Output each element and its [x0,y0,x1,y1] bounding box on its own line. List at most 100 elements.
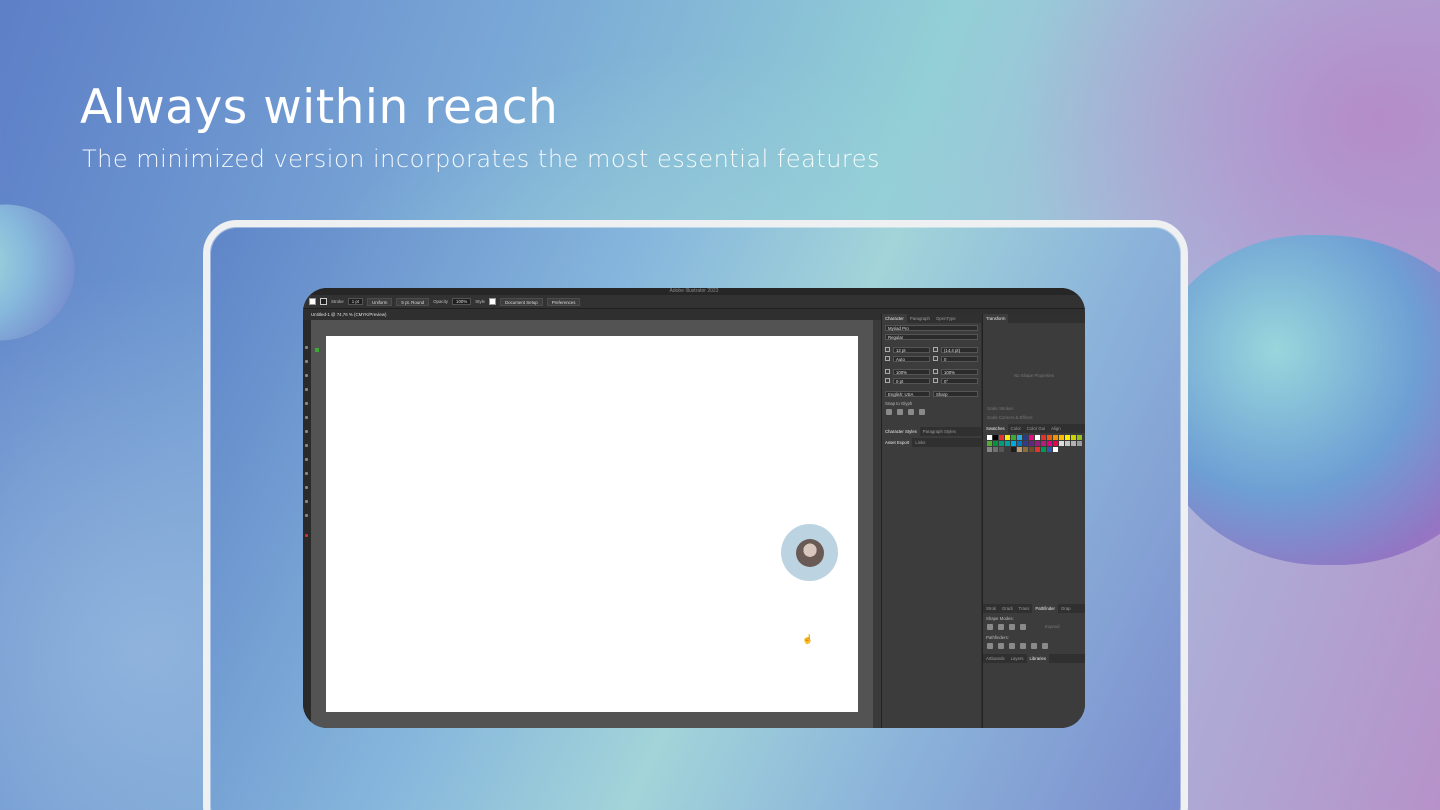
outline-icon[interactable] [1031,643,1037,649]
brush-tool-icon[interactable] [305,416,308,419]
exclude-icon[interactable] [1020,624,1026,630]
fill-stroke-icon[interactable] [305,534,308,537]
swatch[interactable] [999,441,1004,446]
swatch[interactable] [1005,441,1010,446]
swatch[interactable] [1023,447,1028,452]
style-swatch[interactable] [489,298,496,305]
tab-transform[interactable]: Transform [983,314,1009,323]
swatch[interactable] [993,435,998,440]
swatch[interactable] [1077,435,1082,440]
swatch[interactable] [1023,435,1028,440]
horizontal-scale-field[interactable]: 100% [941,368,978,375]
unite-icon[interactable] [987,624,993,630]
tab-gradient[interactable]: Gradi [999,604,1016,613]
zoom-tool-icon[interactable] [305,514,308,517]
scale-tool-icon[interactable] [305,458,308,461]
swatch[interactable] [1053,447,1058,452]
snap-baseline-icon[interactable] [886,409,892,415]
tab-paragraph[interactable]: Paragraph [907,314,933,323]
fill-swatch[interactable] [309,298,316,305]
eraser-tool-icon[interactable] [305,430,308,433]
scale-corners-checkbox[interactable]: Scale Corners & Effects [983,413,1085,422]
font-style-field[interactable]: Regular [885,333,978,340]
swatch[interactable] [1029,447,1034,452]
language-dropdown[interactable]: English: USA [885,390,930,397]
minus-back-icon[interactable] [1042,643,1048,649]
font-size-field[interactable]: 12 pt [893,346,930,353]
artboard[interactable]: ☝ [326,336,858,712]
trim-icon[interactable] [998,643,1004,649]
snap-xheight-icon[interactable] [897,409,903,415]
baseline-shift-field[interactable]: 0 pt [893,377,930,384]
hand-tool-icon[interactable] [305,500,308,503]
swatch[interactable] [1047,447,1052,452]
swatch[interactable] [1071,435,1076,440]
swatch[interactable] [1011,435,1016,440]
antialias-dropdown[interactable]: Sharp [933,390,978,397]
crop-icon[interactable] [1020,643,1026,649]
pen-tool-icon[interactable] [305,374,308,377]
tab-swatches[interactable]: Swatches [983,424,1008,433]
intersect-icon[interactable] [1009,624,1015,630]
stroke-swatch[interactable] [320,298,327,305]
tab-character[interactable]: Character [882,314,907,323]
tab-color[interactable]: Color [1008,424,1024,433]
swatch[interactable] [1029,435,1034,440]
swatch[interactable] [987,447,992,452]
divide-icon[interactable] [987,643,993,649]
swatch[interactable] [1005,447,1010,452]
swatch[interactable] [1017,447,1022,452]
kerning-field[interactable]: Auto [893,355,930,362]
swatch[interactable] [1065,441,1070,446]
swatch[interactable] [1011,441,1016,446]
swatch[interactable] [1011,447,1016,452]
tab-stroke[interactable]: Strok [983,604,999,613]
swatch[interactable] [1077,441,1082,446]
swatch[interactable] [1029,441,1034,446]
document-tab[interactable]: Untitled-1 @ 74,76 % (CMYK/Preview) [311,310,431,319]
gradient-tool-icon[interactable] [305,472,308,475]
swatch[interactable] [999,447,1004,452]
snap-proximity-icon[interactable] [919,409,925,415]
swatch[interactable] [1047,441,1052,446]
stroke-weight-field[interactable]: 1 pt [347,298,364,305]
tab-graphic-styles[interactable]: Grap [1058,604,1074,613]
shape-tool-icon[interactable] [305,402,308,405]
tab-opentype[interactable]: OpenType [933,314,959,323]
type-tool-icon[interactable] [305,388,308,391]
leading-field[interactable]: (14,4 pt) [941,346,978,353]
eyedropper-tool-icon[interactable] [305,486,308,489]
expand-button[interactable]: Expand [1031,624,1060,630]
minus-front-icon[interactable] [998,624,1004,630]
rotate-tool-icon[interactable] [305,444,308,447]
swatch[interactable] [1071,441,1076,446]
tab-color-guide[interactable]: Color Gui [1024,424,1048,433]
font-family-field[interactable]: Myriad Pro [885,324,978,331]
selection-tool-icon[interactable] [305,346,308,349]
merge-icon[interactable] [1009,643,1015,649]
swatch[interactable] [987,435,992,440]
tab-align[interactable]: Align [1048,424,1064,433]
swatch[interactable] [1059,441,1064,446]
swatch[interactable] [987,441,992,446]
tab-pathfinder[interactable]: Pathfinder [1032,604,1058,613]
tracking-field[interactable]: 0 [941,355,978,362]
tab-character-styles[interactable]: Character Styles [882,427,920,436]
swatch[interactable] [1035,441,1040,446]
swatch[interactable] [1065,435,1070,440]
swatch[interactable] [1059,435,1064,440]
tab-transparency[interactable]: Trans [1016,604,1033,613]
swatch[interactable] [1041,435,1046,440]
opacity-field[interactable]: 100% [452,298,472,305]
snap-bounds-icon[interactable] [908,409,914,415]
swatch[interactable] [999,435,1004,440]
tab-libraries[interactable]: Libraries [1026,654,1050,663]
swatch[interactable] [993,441,998,446]
document-setup-button[interactable]: Document Setup [500,297,543,306]
scale-strokes-checkbox[interactable]: Scale Strokes [983,404,1085,413]
tab-layers[interactable]: Layers [1008,654,1027,663]
tab-paragraph-styles[interactable]: Paragraph Styles [920,427,959,436]
swatch[interactable] [1035,447,1040,452]
swatch[interactable] [1047,435,1052,440]
swatch[interactable] [1053,435,1058,440]
